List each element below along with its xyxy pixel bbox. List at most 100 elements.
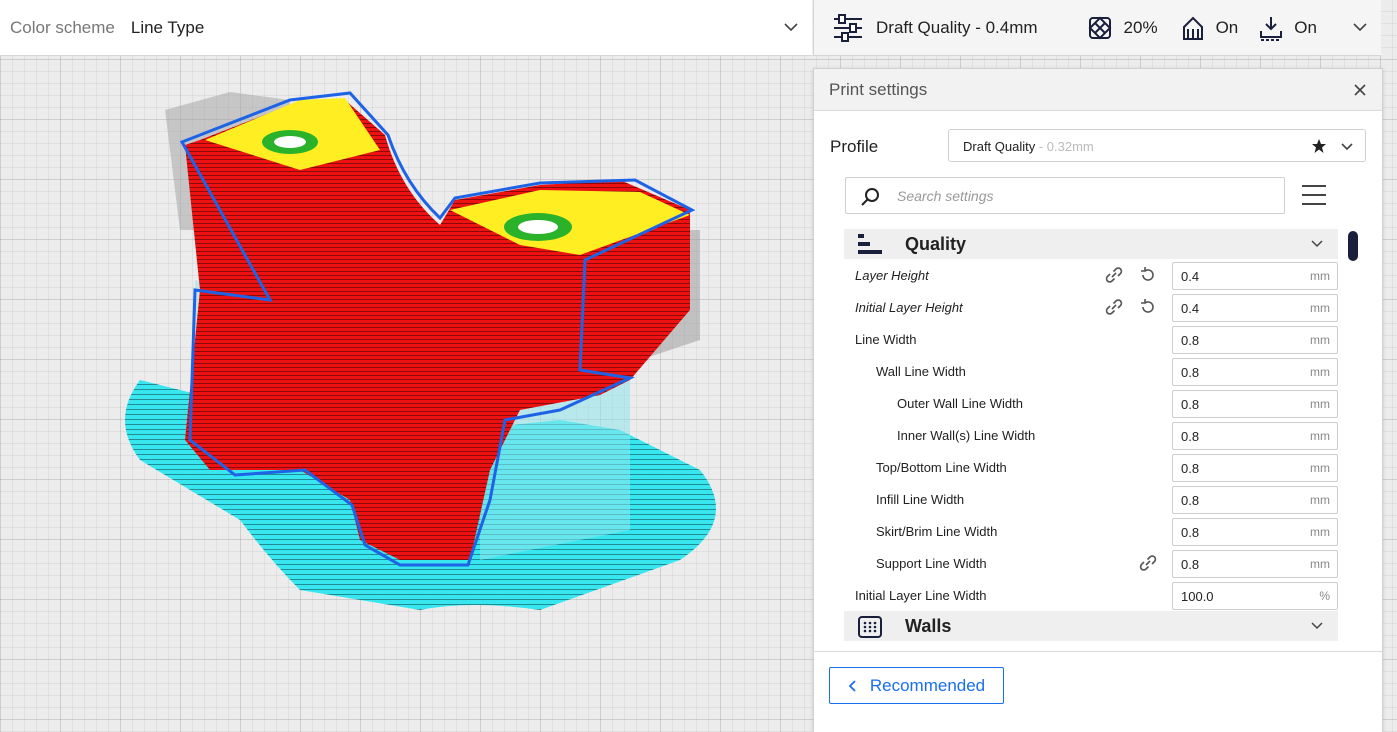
category-walls[interactable]: Walls: [844, 611, 1338, 641]
chevron-down-icon[interactable]: [1339, 139, 1355, 155]
setting-input[interactable]: 0.4 mm: [1172, 294, 1338, 322]
setting-input[interactable]: 0.8 mm: [1172, 550, 1338, 578]
reset-icon[interactable]: [1139, 298, 1157, 316]
search-placeholder: Search settings: [897, 188, 994, 204]
setting-unit: mm: [1310, 397, 1330, 411]
infill-icon: [1088, 16, 1111, 39]
setting-label: Infill Line Width: [876, 492, 965, 507]
color-scheme-bar[interactable]: Color scheme Line Type: [0, 0, 812, 56]
walls-icon: [858, 616, 882, 638]
setting-unit: mm: [1310, 525, 1330, 539]
setting-label: Initial Layer Line Width: [855, 588, 987, 603]
setting-input[interactable]: 0.8 mm: [1172, 358, 1338, 386]
category-quality[interactable]: Quality: [844, 229, 1338, 259]
setting-label: Skirt/Brim Line Width: [876, 524, 998, 539]
setting-input[interactable]: 0.8 mm: [1172, 454, 1338, 482]
star-icon[interactable]: [1311, 138, 1327, 154]
infill-summary[interactable]: 20%: [1088, 16, 1158, 40]
setting-top-bottom-line-width: Top/Bottom Line Width 0.8 mm: [844, 451, 1338, 483]
chevron-down-icon[interactable]: [1310, 619, 1324, 633]
adhesion-summary[interactable]: On: [1258, 15, 1317, 41]
panel-title: Print settings: [829, 80, 928, 99]
setting-unit: mm: [1310, 493, 1330, 507]
setting-label: Outer Wall Line Width: [897, 396, 1023, 411]
search-settings-input[interactable]: Search settings: [845, 177, 1285, 214]
recommended-button[interactable]: Recommended: [829, 667, 1004, 704]
support-value: On: [1215, 17, 1239, 37]
chevron-left-icon: [848, 679, 856, 692]
adhesion-icon: [1260, 16, 1283, 41]
hamburger-menu-icon[interactable]: [1302, 184, 1326, 206]
panel-header: Print settings: [814, 69, 1382, 111]
setting-line-width: Line Width 0.8 mm: [844, 323, 1338, 355]
chevron-down-icon[interactable]: [1351, 18, 1369, 36]
setting-unit: mm: [1310, 429, 1330, 443]
setting-unit: mm: [1310, 269, 1330, 283]
setting-label: Inner Wall(s) Line Width: [897, 428, 1036, 443]
setting-label: Wall Line Width: [876, 364, 966, 379]
setting-input[interactable]: 0.8 mm: [1172, 518, 1338, 546]
setting-label: Top/Bottom Line Width: [876, 460, 1007, 475]
recommended-label: Recommended: [869, 675, 986, 695]
setting-value: 0.8: [1181, 397, 1200, 412]
setting-wall-line-width: Wall Line Width 0.8 mm: [844, 355, 1338, 387]
setting-inner-wall-line-width: Inner Wall(s) Line Width 0.8 mm: [844, 419, 1338, 451]
setting-input[interactable]: 0.8 mm: [1172, 326, 1338, 354]
setting-value: 0.8: [1181, 333, 1200, 348]
settings-scrollbar[interactable]: [1348, 231, 1358, 261]
print-settings-panel: Print settings Profile Draft Quality - 0…: [813, 68, 1383, 732]
setting-value: 0.8: [1181, 525, 1200, 540]
setting-unit: mm: [1310, 461, 1330, 475]
profile-label: Profile: [830, 137, 879, 156]
profile-select[interactable]: Draft Quality - 0.32mm: [948, 129, 1366, 162]
color-scheme-label: Color scheme: [10, 17, 115, 37]
setting-outer-wall-line-width: Outer Wall Line Width 0.8 mm: [844, 387, 1338, 419]
setting-label: Layer Height: [855, 268, 929, 283]
setting-value: 0.8: [1181, 461, 1200, 476]
color-scheme-value[interactable]: Line Type: [131, 18, 204, 38]
setting-unit: mm: [1310, 365, 1330, 379]
quality-icon: [858, 234, 882, 254]
setting-input[interactable]: 0.4 mm: [1172, 262, 1338, 290]
support-summary[interactable]: On: [1180, 15, 1239, 41]
setting-input[interactable]: 0.8 mm: [1172, 422, 1338, 450]
setting-input[interactable]: 0.8 mm: [1172, 486, 1338, 514]
setting-infill-line-width: Infill Line Width 0.8 mm: [844, 483, 1338, 515]
settings-list[interactable]: Quality Layer Height 0.4 mm Initial Laye…: [844, 229, 1338, 649]
chevron-down-icon[interactable]: [782, 18, 800, 36]
setting-value: 0.4: [1181, 301, 1200, 316]
infill-value: 20%: [1123, 17, 1158, 37]
setting-initial-layer-line-width: Initial Layer Line Width 100.0 %: [844, 579, 1338, 611]
reset-icon[interactable]: [1139, 266, 1157, 284]
link-icon[interactable]: [1138, 554, 1158, 572]
support-icon: [1182, 16, 1203, 40]
setting-value: 0.8: [1181, 557, 1200, 572]
setting-value: 0.4: [1181, 269, 1200, 284]
setting-unit: %: [1319, 589, 1330, 603]
sliders-icon: [834, 13, 862, 42]
link-icon[interactable]: [1104, 266, 1124, 284]
print-profile-name: Draft Quality - 0.4mm: [876, 17, 1038, 37]
setting-unit: mm: [1310, 333, 1330, 347]
panel-footer: Recommended: [814, 651, 1382, 732]
close-icon[interactable]: [1352, 82, 1368, 98]
setting-value: 100.0: [1181, 589, 1214, 604]
category-label: Walls: [905, 616, 952, 636]
setting-layer-height: Layer Height 0.4 mm: [844, 259, 1338, 291]
setting-value: 0.8: [1181, 365, 1200, 380]
search-icon: [861, 188, 879, 206]
print-setup-bar[interactable]: Draft Quality - 0.4mm 20% On On: [813, 0, 1381, 56]
profile-select-value: Draft Quality - 0.32mm: [963, 139, 1094, 154]
setting-input[interactable]: 100.0 %: [1172, 582, 1338, 610]
setting-initial-layer-height: Initial Layer Height 0.4 mm: [844, 291, 1338, 323]
category-label: Quality: [905, 234, 967, 254]
setting-unit: mm: [1310, 301, 1330, 315]
setting-input[interactable]: 0.8 mm: [1172, 390, 1338, 418]
link-icon[interactable]: [1104, 298, 1124, 316]
setting-value: 0.8: [1181, 429, 1200, 444]
print-profile-summary[interactable]: Draft Quality - 0.4mm: [832, 13, 1038, 42]
adhesion-value: On: [1294, 17, 1317, 37]
setting-label: Line Width: [855, 332, 917, 347]
setting-label: Support Line Width: [876, 556, 987, 571]
chevron-down-icon[interactable]: [1310, 237, 1324, 251]
